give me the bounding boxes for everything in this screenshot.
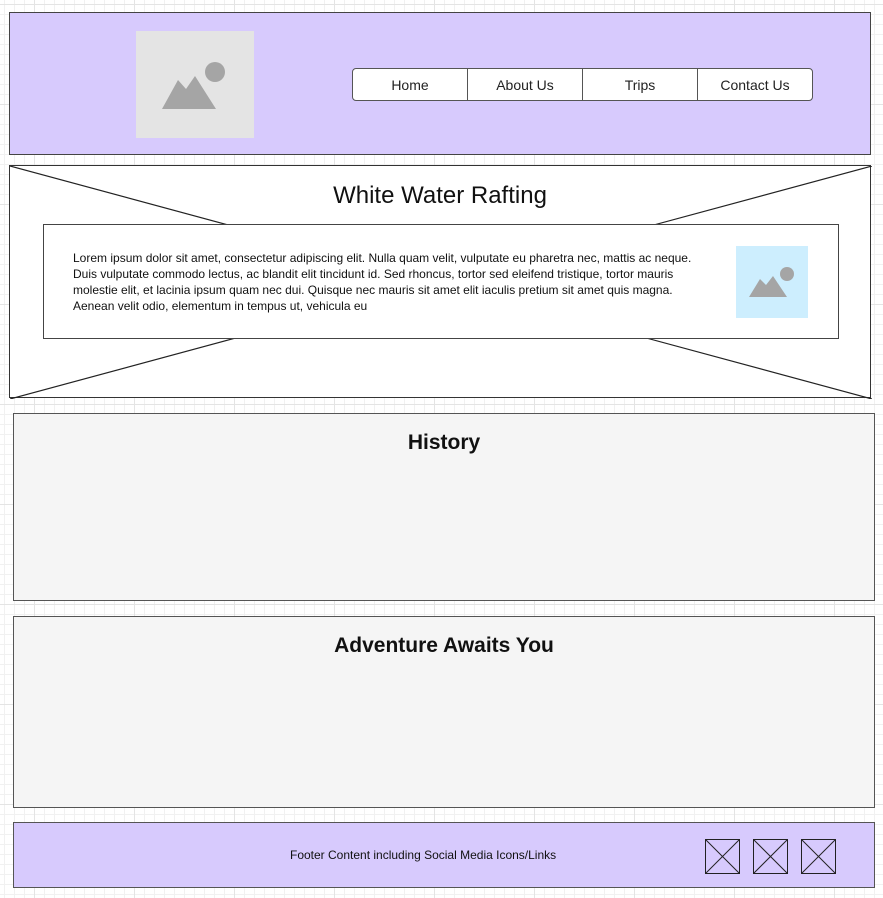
history-title: History — [407, 431, 481, 454]
footer: Footer Content including Social Media Ic… — [13, 822, 875, 888]
nav-contact-us[interactable]: Contact Us — [698, 69, 812, 100]
hero-section: White Water Rafting Lorem ipsum dolor si… — [9, 165, 872, 399]
content-card: Lorem ipsum dolor sit amet, consectetur … — [43, 224, 839, 339]
nav-trips[interactable]: Trips — [583, 69, 698, 100]
content-text: Lorem ipsum dolor sit amet, consectetur … — [73, 251, 692, 313]
social-media-icon-3[interactable] — [801, 839, 836, 874]
footer-text: Footer Content including Social Media Ic… — [290, 848, 557, 862]
history-section: History — [13, 413, 875, 601]
content-image-placeholder[interactable] — [736, 246, 808, 318]
nav-home[interactable]: Home — [353, 69, 468, 100]
header: Home About Us Trips Contact Us — [9, 12, 871, 155]
adventure-title: Adventure Awaits You — [334, 634, 554, 657]
main-nav: Home About Us Trips Contact Us — [352, 68, 813, 101]
image-placeholder-icon — [162, 62, 225, 109]
social-media-icon-2[interactable] — [753, 839, 788, 874]
social-media-icon-1[interactable] — [705, 839, 740, 874]
logo-placeholder[interactable] — [136, 31, 254, 138]
nav-about-us[interactable]: About Us — [468, 69, 583, 100]
adventure-section: Adventure Awaits You — [13, 616, 875, 808]
image-placeholder-icon — [749, 267, 794, 297]
hero-title: White Water Rafting — [333, 182, 547, 209]
